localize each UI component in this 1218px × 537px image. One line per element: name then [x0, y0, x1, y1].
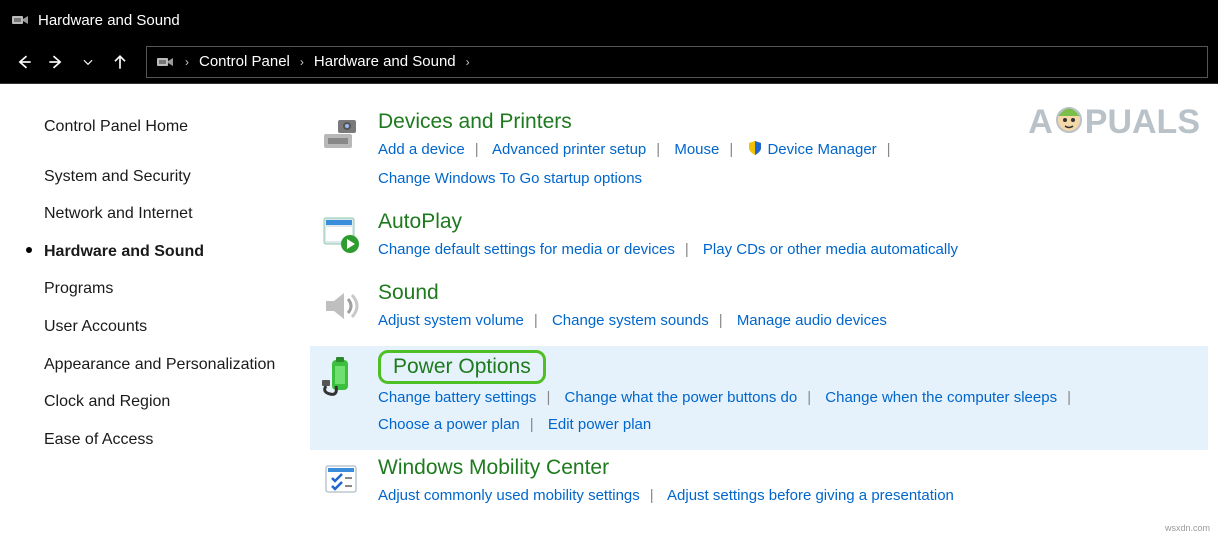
category-title-sound[interactable]: Sound: [378, 281, 439, 305]
watermark-face-icon: [1051, 100, 1087, 145]
sidebar-item-ease-of-access[interactable]: Ease of Access: [44, 421, 280, 459]
main-panel: Devices and Printers Add a device| Advan…: [300, 84, 1218, 537]
devices-printers-icon: [320, 114, 362, 156]
link-presentation-settings[interactable]: Adjust settings before giving a presenta…: [667, 487, 954, 504]
chevron-right-icon[interactable]: ›: [296, 55, 308, 69]
recent-locations-button[interactable]: [74, 48, 102, 76]
link-system-sounds[interactable]: Change system sounds: [552, 312, 709, 329]
link-audio-devices[interactable]: Manage audio devices: [737, 312, 887, 329]
sidebar-item-system-security[interactable]: System and Security: [44, 158, 280, 196]
window-title: Hardware and Sound: [38, 12, 180, 29]
link-autoplay-defaults[interactable]: Change default settings for media or dev…: [378, 241, 675, 258]
link-add-device[interactable]: Add a device: [378, 141, 465, 158]
address-icon: [155, 52, 175, 72]
link-play-cds[interactable]: Play CDs or other media automatically: [703, 241, 958, 258]
sidebar-item-user-accounts[interactable]: User Accounts: [44, 308, 280, 346]
mobility-center-icon: [320, 460, 362, 502]
watermark: A PUALS: [1028, 100, 1200, 145]
autoplay-icon: [320, 214, 362, 256]
forward-button[interactable]: [42, 48, 70, 76]
shield-icon: [747, 138, 763, 165]
nav-bar: › Control Panel › Hardware and Sound ›: [0, 40, 1218, 84]
content-area: Control Panel Home System and Security N…: [0, 84, 1218, 537]
sidebar-item-hardware-sound[interactable]: Hardware and Sound: [44, 233, 280, 271]
sidebar-item-clock-region[interactable]: Clock and Region: [44, 383, 280, 421]
breadcrumb-root[interactable]: Control Panel: [199, 53, 290, 70]
category-mobility-center: Windows Mobility Center Adjust commonly …: [310, 450, 1208, 521]
link-battery-settings[interactable]: Change battery settings: [378, 389, 536, 406]
category-autoplay: AutoPlay Change default settings for med…: [310, 204, 1208, 275]
credit-text: wsxdn.com: [1165, 523, 1210, 533]
category-title-power[interactable]: Power Options: [378, 350, 546, 384]
sound-icon: [320, 285, 362, 327]
link-edit-plan[interactable]: Edit power plan: [548, 416, 651, 433]
link-mobility-settings[interactable]: Adjust commonly used mobility settings: [378, 487, 640, 504]
category-power-options: Power Options Change battery settings| C…: [310, 346, 1208, 450]
link-computer-sleep[interactable]: Change when the computer sleeps: [825, 389, 1057, 406]
link-advanced-printer[interactable]: Advanced printer setup: [492, 141, 646, 158]
link-device-manager[interactable]: Device Manager: [767, 141, 876, 158]
category-title-mobility[interactable]: Windows Mobility Center: [378, 456, 609, 480]
up-button[interactable]: [106, 48, 134, 76]
sidebar-item-network[interactable]: Network and Internet: [44, 195, 280, 233]
sidebar-item-home[interactable]: Control Panel Home: [44, 108, 280, 146]
category-title-devices[interactable]: Devices and Printers: [378, 110, 572, 134]
sidebar-item-appearance[interactable]: Appearance and Personalization: [44, 346, 280, 384]
link-power-buttons[interactable]: Change what the power buttons do: [565, 389, 798, 406]
app-icon: [10, 10, 30, 30]
back-button[interactable]: [10, 48, 38, 76]
link-mouse[interactable]: Mouse: [674, 141, 719, 158]
category-sound: Sound Adjust system volume| Change syste…: [310, 275, 1208, 346]
title-bar: Hardware and Sound: [0, 0, 1218, 40]
link-system-volume[interactable]: Adjust system volume: [378, 312, 524, 329]
link-choose-plan[interactable]: Choose a power plan: [378, 416, 520, 433]
sidebar: Control Panel Home System and Security N…: [0, 84, 300, 537]
address-bar[interactable]: › Control Panel › Hardware and Sound ›: [146, 46, 1208, 78]
category-title-autoplay[interactable]: AutoPlay: [378, 210, 462, 234]
breadcrumb-current[interactable]: Hardware and Sound: [314, 53, 456, 70]
chevron-right-icon[interactable]: ›: [462, 55, 474, 69]
chevron-right-icon[interactable]: ›: [181, 55, 193, 69]
sidebar-item-programs[interactable]: Programs: [44, 270, 280, 308]
link-windows-to-go[interactable]: Change Windows To Go startup options: [378, 170, 642, 187]
power-options-icon: [320, 356, 362, 398]
